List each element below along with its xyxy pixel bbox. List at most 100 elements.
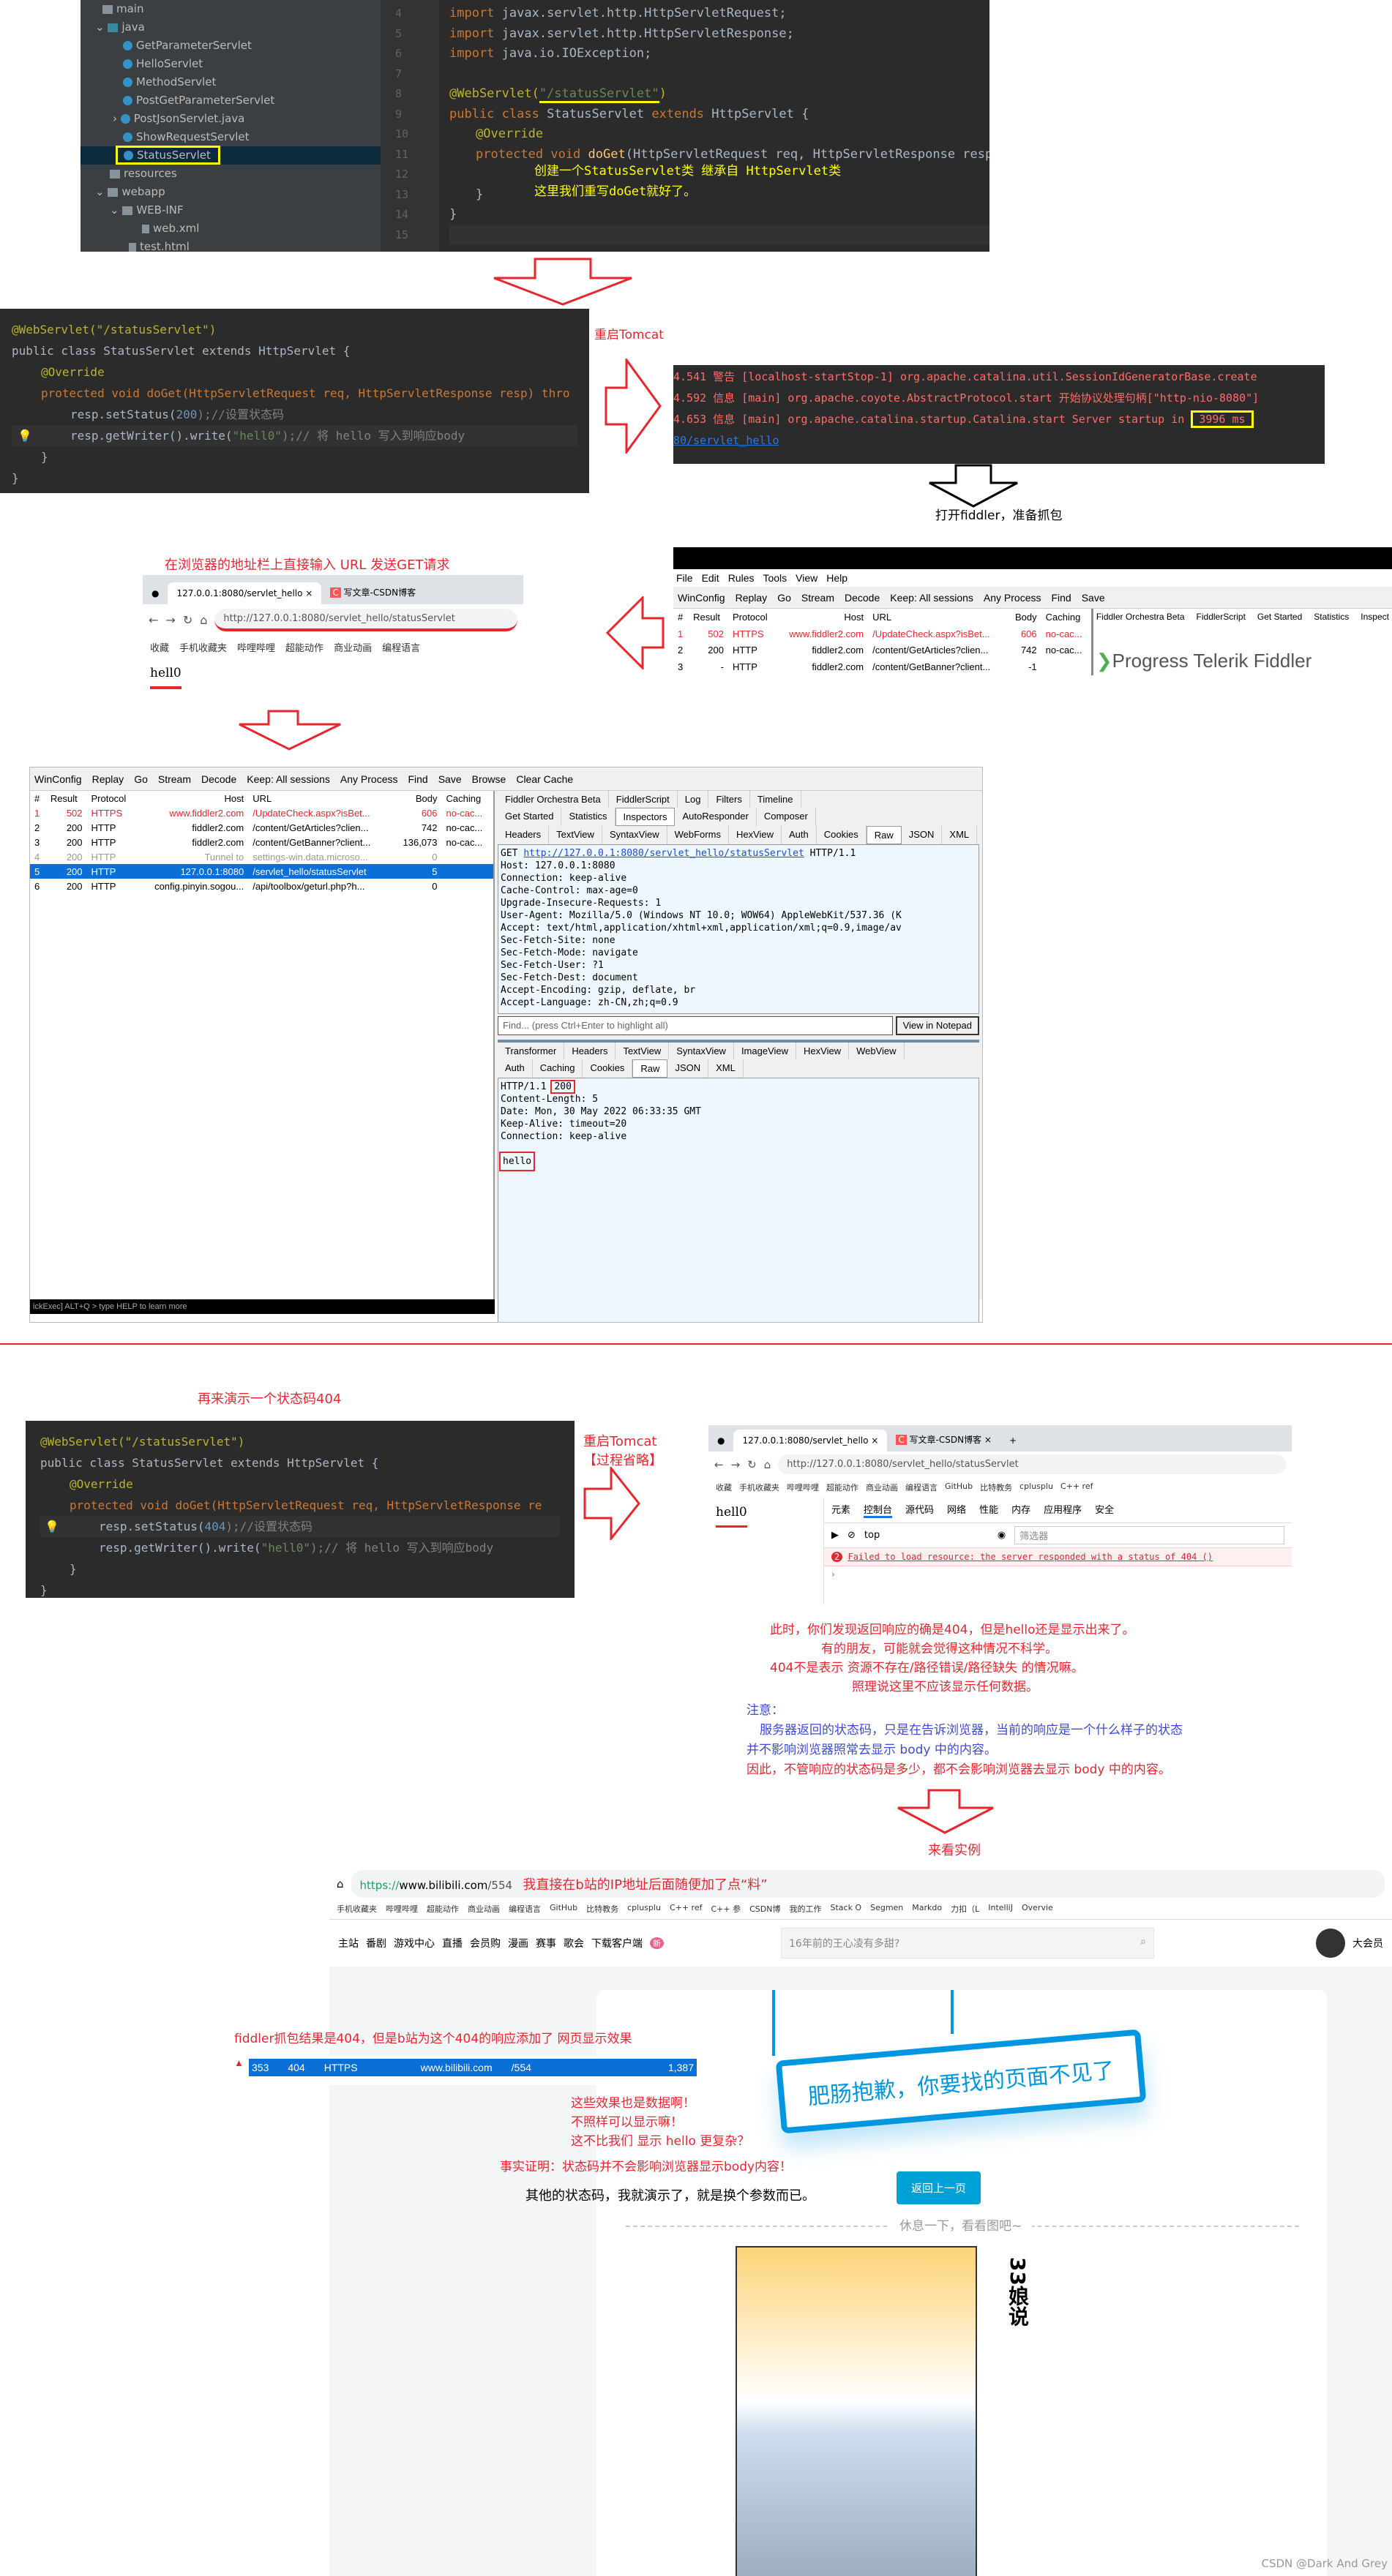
tree-webapp[interactable]: ⌄ webapp <box>81 183 381 201</box>
bookmark-item[interactable]: C++ 参 <box>711 1903 741 1915</box>
toolbar-button[interactable]: Go <box>134 773 148 785</box>
session-row[interactable]: 3 - HTTP fiddler2.com/content/GetBanner?cli… <box>673 658 1091 675</box>
session-row[interactable]: 4 200 HTTP Tunnel to settings-win.data.micro… <box>30 849 493 864</box>
bookmark-item[interactable]: 商业动画 <box>866 1482 898 1493</box>
tab-get-started[interactable]: Get Started <box>498 808 562 826</box>
bookmark-item[interactable]: 哔哩哔哩 <box>386 1903 418 1915</box>
tab-headers[interactable]: Headers <box>564 1043 616 1059</box>
menu-item[interactable]: Help <box>826 572 847 584</box>
console-prompt[interactable]: › <box>824 1566 1292 1582</box>
view-in-notepad-button[interactable]: View in Notepad <box>895 1016 979 1035</box>
column-header[interactable]: Host <box>777 609 868 626</box>
bookmark-item[interactable]: 手机收藏夹 <box>337 1903 377 1915</box>
toolbar-button[interactable]: Stream <box>158 773 191 785</box>
toolbar-button[interactable]: Save <box>1082 592 1105 604</box>
session-row[interactable]: 1 502 HTTPS www.fiddler2.com/UpdateCheck.as… <box>30 806 493 820</box>
column-header[interactable]: # <box>673 609 689 626</box>
menu-item[interactable]: Tools <box>763 572 787 584</box>
bookmark-item[interactable]: 手机收藏夹 <box>739 1482 779 1493</box>
toolbar-button[interactable]: Any Process <box>340 773 398 785</box>
tab-xml[interactable]: XML <box>942 826 978 844</box>
bookmark-item[interactable]: Overvie <box>1022 1903 1053 1915</box>
browser-tab-active[interactable]: 127.0.0.1:8080/servlet_hello × <box>168 582 322 604</box>
tab-json[interactable]: JSON <box>902 826 943 844</box>
devtools-tab[interactable]: 网络 <box>947 1502 966 1518</box>
bili-search-input[interactable]: 16年前的王心凌有多甜? ⌕ <box>781 1928 1154 1959</box>
devtools-tab[interactable]: 控制台 <box>864 1502 893 1518</box>
toolbar-button[interactable]: Save <box>438 773 462 785</box>
column-header[interactable]: Protocol <box>728 609 777 626</box>
tab-caching[interactable]: Caching <box>533 1059 583 1078</box>
tab-auth[interactable]: Auth <box>782 826 817 844</box>
tab-cookies[interactable]: Cookies <box>583 1059 633 1078</box>
tab[interactable]: Statistics <box>1314 612 1349 622</box>
tab-xml[interactable]: XML <box>708 1059 744 1078</box>
tab-fiddlerscript[interactable]: FiddlerScript <box>609 791 678 808</box>
bookmark-item[interactable]: 我的工作 <box>789 1903 821 1915</box>
tab-transformer[interactable]: Transformer <box>498 1043 565 1059</box>
menu-item[interactable]: View <box>796 572 817 584</box>
bookmark-item[interactable]: CSDN博 <box>749 1903 780 1915</box>
request-raw-view[interactable]: GET http://127.0.0.1:8080/servlet_hello/… <box>498 844 979 1014</box>
request-url-link[interactable]: http://127.0.0.1:8080/servlet_hello/stat… <box>523 848 804 859</box>
column-header[interactable]: URL <box>248 791 392 806</box>
devtools-tab[interactable]: 安全 <box>1095 1502 1114 1518</box>
tree-file[interactable]: › PostJsonServlet.java <box>81 110 381 128</box>
sidebar-toggle-icon[interactable]: ▶ <box>831 1530 839 1541</box>
bulb-icon[interactable]: 💡 <box>18 425 32 446</box>
tab-textview[interactable]: TextView <box>615 1043 670 1059</box>
user-label[interactable]: 大会员 <box>1352 1936 1383 1950</box>
devtools-tab[interactable]: 性能 <box>979 1502 998 1518</box>
tree-testhtml[interactable]: test.html <box>81 238 381 256</box>
request-find-input[interactable]: Find... (press Ctrl+Enter to highlight a… <box>498 1016 893 1035</box>
column-header[interactable]: Host <box>136 791 248 806</box>
back-icon[interactable]: ← <box>714 1458 724 1471</box>
home-icon[interactable]: ⌂ <box>337 1877 344 1890</box>
tree-file[interactable]: GetParameterServlet <box>81 37 381 55</box>
tab-auth[interactable]: Auth <box>498 1059 533 1078</box>
tab-raw[interactable]: Raw <box>632 1059 668 1078</box>
devtools-tab[interactable]: 源代码 <box>905 1502 934 1518</box>
reload-icon[interactable]: ↻ <box>747 1458 757 1471</box>
column-header[interactable]: Protocol <box>87 791 137 806</box>
console-filter-input[interactable]: 筛选器 <box>1014 1526 1284 1544</box>
menu-item[interactable]: Rules <box>728 572 755 584</box>
toolbar-button[interactable]: Any Process <box>984 592 1041 604</box>
toolbar-button[interactable]: Replay <box>92 773 124 785</box>
tab-timeline[interactable]: Timeline <box>750 791 801 808</box>
tab-statistics[interactable]: Statistics <box>561 808 615 826</box>
toolbar-button[interactable]: Find <box>1051 592 1071 604</box>
bookmark-item[interactable]: 哔哩哔哩 <box>787 1482 819 1493</box>
forward-icon[interactable]: → <box>731 1458 741 1471</box>
bookmark-item[interactable]: 超能动作 <box>427 1903 459 1915</box>
toolbar-button[interactable]: Clear Cache <box>516 773 573 785</box>
column-header[interactable]: # <box>30 791 46 806</box>
tree-webxml[interactable]: web.xml <box>81 219 381 238</box>
tab-syntaxview[interactable]: SyntaxView <box>669 1043 734 1059</box>
column-header[interactable]: URL <box>868 609 1008 626</box>
browser-tab[interactable]: C 写文章-CSDN博客 × <box>887 1427 1000 1452</box>
bookmark-item[interactable]: 收藏 <box>150 640 169 654</box>
bookmark-item[interactable]: 力扣（L <box>951 1903 979 1915</box>
bulb-icon[interactable]: 💡 <box>45 1516 59 1537</box>
bookmark-item[interactable]: Segmen <box>870 1903 903 1915</box>
bookmark-item[interactable]: Stack O <box>830 1903 861 1915</box>
column-header[interactable]: Caching <box>1041 609 1091 626</box>
tree-main[interactable]: main <box>81 0 381 18</box>
tab-inspectors[interactable]: Inspectors <box>615 808 676 826</box>
bookmark-item[interactable]: 编程语言 <box>509 1903 541 1915</box>
tab-log[interactable]: Log <box>678 791 709 808</box>
console-link[interactable]: 80/servlet_hello <box>673 430 1325 451</box>
tab-raw[interactable]: Raw <box>866 826 902 844</box>
column-header[interactable]: Result <box>46 791 87 806</box>
tree-file[interactable]: MethodServlet <box>81 73 381 91</box>
tab[interactable]: Get Started <box>1257 612 1302 622</box>
response-raw-view[interactable]: HTTP/1.1 200 Content-Length: 5 Date: Mon… <box>498 1078 979 1322</box>
tab-imageview[interactable]: ImageView <box>734 1043 797 1059</box>
bookmark-item[interactable]: 商业动画 <box>468 1903 500 1915</box>
toolbar-button[interactable]: WinConfig <box>678 592 725 604</box>
tab[interactable]: Inspect <box>1361 612 1389 622</box>
toolbar-button[interactable]: Decode <box>845 592 880 604</box>
tab-headers[interactable]: Headers <box>498 826 550 844</box>
bili-nav-item[interactable]: 直播 <box>442 1936 463 1950</box>
